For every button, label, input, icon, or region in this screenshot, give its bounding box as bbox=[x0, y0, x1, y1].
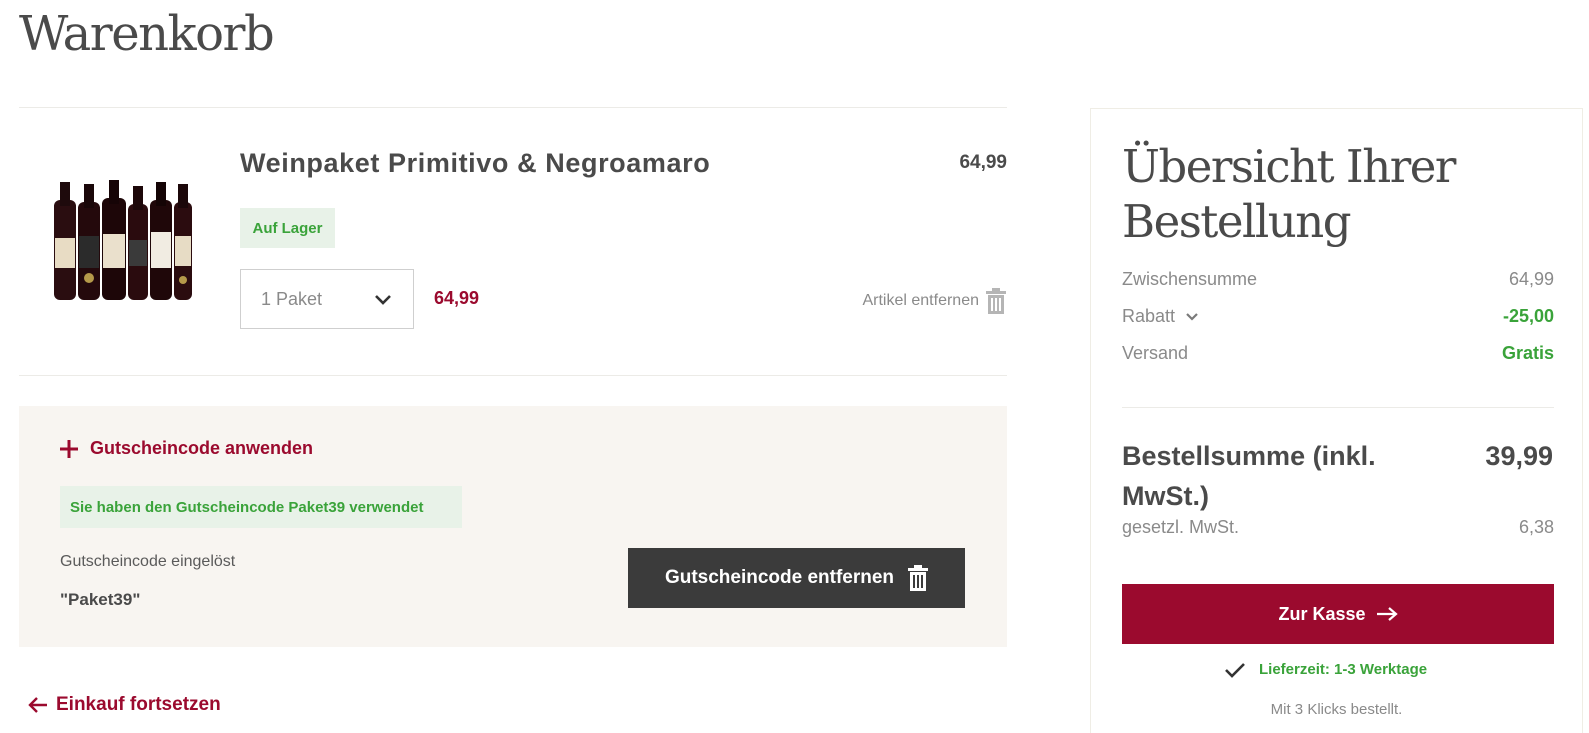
trash-icon bbox=[908, 565, 929, 591]
continue-shopping-label: Einkauf fortsetzen bbox=[56, 694, 221, 715]
coupon-success-message: Sie haben den Gutscheincode Paket39 verw… bbox=[60, 486, 462, 528]
discount-row: Rabatt -25,00 bbox=[1122, 306, 1554, 327]
remove-item-label: Artikel entfernen bbox=[862, 292, 979, 309]
coupon-redeemed-label: Gutscheincode eingelöst bbox=[60, 553, 236, 570]
stock-badge: Auf Lager bbox=[240, 208, 335, 248]
vat-value: 6,38 bbox=[1518, 517, 1554, 537]
chevron-down-icon bbox=[375, 295, 391, 305]
summary-divider bbox=[1122, 407, 1554, 408]
cart-top-divider bbox=[19, 107, 1007, 108]
wine-bottles-image bbox=[54, 180, 192, 300]
delivery-time: Lieferzeit: 1-3 Werktage bbox=[1259, 661, 1428, 678]
shipping-label: Versand bbox=[1122, 343, 1189, 363]
trash-icon bbox=[986, 288, 1006, 314]
vat-row: gesetzl. MwSt. 6,38 bbox=[1122, 517, 1554, 538]
order-summary: Übersicht Ihrer Bestellung Zwischensumme… bbox=[1090, 108, 1583, 733]
quantity-value: 1 Paket bbox=[261, 288, 323, 309]
coupon-code: "Paket39" bbox=[60, 590, 141, 609]
discount-value: -25,00 bbox=[1502, 306, 1554, 326]
arrow-left-icon bbox=[28, 697, 47, 713]
remove-coupon-button[interactable]: Gutscheincode entfernen bbox=[628, 548, 965, 608]
subtotal-label: Zwischensumme bbox=[1122, 269, 1258, 289]
check-icon bbox=[1225, 662, 1245, 678]
coupon-toggle-label: Gutscheincode anwenden bbox=[90, 438, 314, 458]
coupon-panel: Gutscheincode anwenden Sie haben den Gut… bbox=[19, 406, 1007, 647]
unit-price: 64,99 bbox=[959, 152, 1007, 173]
remove-item-button[interactable]: Artikel entfernen bbox=[862, 288, 1007, 314]
cart-bottom-divider bbox=[19, 375, 1007, 376]
arrow-right-icon bbox=[1376, 607, 1398, 621]
shipping-value: Gratis bbox=[1501, 343, 1554, 363]
vat-label: gesetzl. MwSt. bbox=[1122, 517, 1240, 537]
checkout-label: Zur Kasse bbox=[1278, 603, 1366, 624]
discount-label: Rabatt bbox=[1122, 306, 1176, 326]
page-title: Warenkorb bbox=[19, 6, 275, 62]
product-name[interactable]: Weinpaket Primitivo & Negroamaro bbox=[240, 148, 710, 179]
shipping-row: Versand Gratis bbox=[1122, 343, 1554, 364]
remove-coupon-label: Gutscheincode entfernen bbox=[664, 567, 895, 588]
clicks-note: Mit 3 Klicks bestellt. bbox=[1270, 701, 1403, 718]
chevron-down-icon bbox=[1186, 312, 1198, 321]
order-total-label: Bestellsumme (inkl. MwSt.) bbox=[1122, 441, 1376, 511]
line-total: 64,99 bbox=[434, 288, 480, 308]
quantity-select[interactable]: 1 Paket bbox=[240, 269, 414, 329]
checkout-button[interactable]: Zur Kasse bbox=[1122, 584, 1554, 644]
discount-toggle[interactable]: Rabatt bbox=[1122, 306, 1199, 327]
continue-shopping-link[interactable]: Einkauf fortsetzen bbox=[28, 694, 221, 716]
delivery-info: Lieferzeit: 1-3 Werktage bbox=[1225, 661, 1427, 678]
order-total-value: 39,99 bbox=[1485, 441, 1553, 471]
plus-icon bbox=[60, 439, 78, 458]
subtotal-row: Zwischensumme 64,99 bbox=[1122, 269, 1554, 290]
summary-title: Übersicht Ihrer Bestellung bbox=[1122, 140, 1456, 248]
coupon-toggle[interactable]: Gutscheincode anwenden bbox=[60, 438, 313, 459]
subtotal-value: 64,99 bbox=[1508, 269, 1554, 289]
